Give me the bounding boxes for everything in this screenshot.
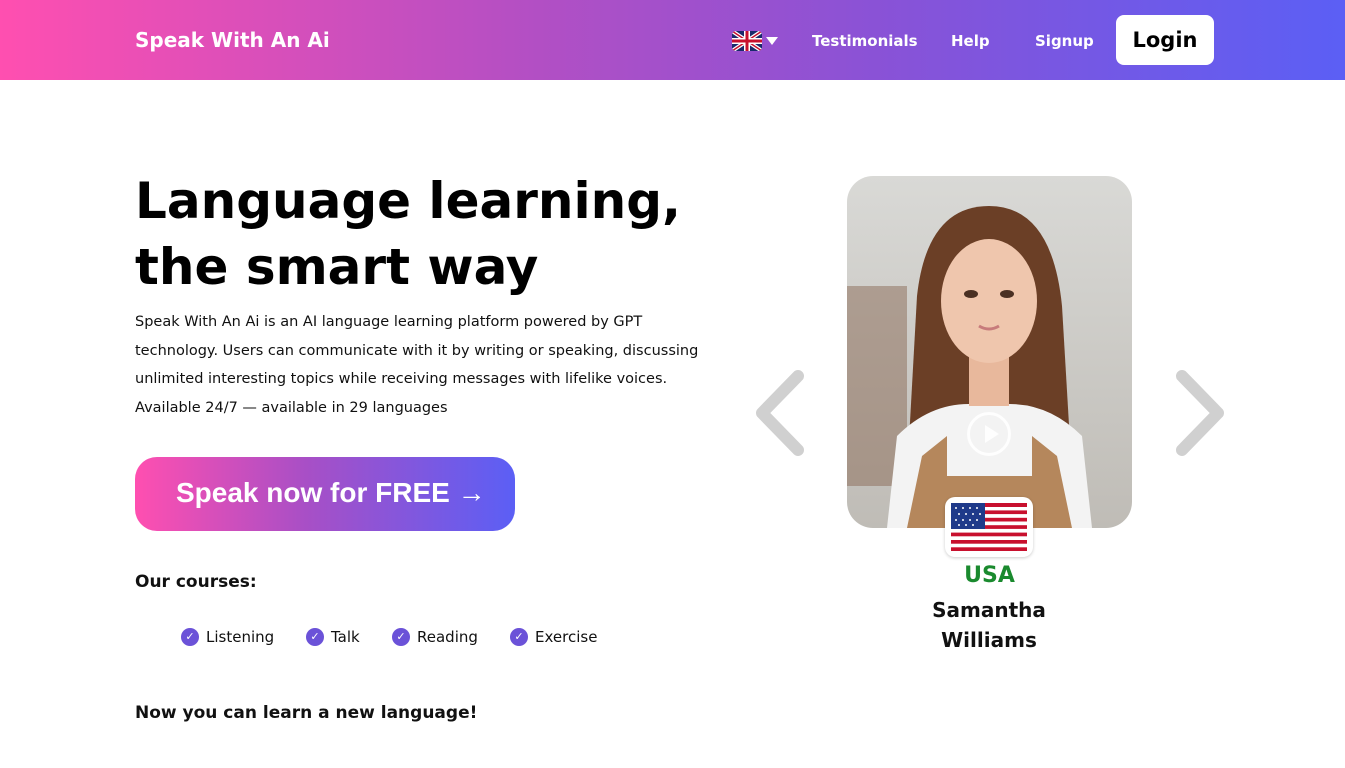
check-icon: ✓ — [392, 628, 410, 646]
top-nav: Speak With An Ai Testimonials Help Signu… — [0, 0, 1345, 80]
check-icon: ✓ — [306, 628, 324, 646]
play-icon[interactable] — [967, 412, 1011, 456]
brand-logo[interactable]: Speak With An Ai — [135, 28, 330, 52]
course-label: Listening — [206, 628, 275, 646]
nav-help[interactable]: Help — [951, 32, 990, 50]
tutor-portrait — [847, 176, 1132, 528]
hero-title: Language learning, the smart way — [135, 168, 735, 300]
course-listening: ✓ Listening — [181, 628, 274, 646]
check-icon: ✓ — [181, 628, 199, 646]
uk-flag-icon[interactable] — [732, 31, 762, 51]
nav-testimonials[interactable]: Testimonials — [812, 32, 918, 50]
check-icon: ✓ — [510, 628, 528, 646]
login-button[interactable]: Login — [1116, 15, 1214, 65]
course-label: Talk — [331, 628, 360, 646]
tutor-name: Samantha Williams — [932, 598, 1046, 652]
us-flag-icon — [945, 497, 1033, 557]
language-dropdown-chevron-icon[interactable] — [766, 37, 778, 45]
tutor-country: USA — [964, 563, 1015, 588]
course-label: Exercise — [535, 628, 598, 646]
carousel-next-chevron-icon[interactable] — [1170, 368, 1230, 458]
title-line-1: Language learning, — [135, 172, 681, 230]
course-talk: ✓ Talk — [306, 628, 360, 646]
courses-heading: Our courses: — [135, 572, 257, 592]
speak-now-button[interactable]: Speak now for FREE → — [135, 457, 515, 531]
course-reading: ✓ Reading — [392, 628, 478, 646]
carousel-prev-chevron-icon[interactable] — [750, 368, 810, 458]
course-exercise: ✓ Exercise — [510, 628, 597, 646]
nav-signup[interactable]: Signup — [1035, 32, 1094, 50]
tagline: Now you can learn a new language! — [135, 703, 478, 723]
course-label: Reading — [417, 628, 478, 646]
hero-description: Speak With An Ai is an AI language learn… — [135, 314, 699, 417]
title-line-2: the smart way — [135, 238, 539, 296]
